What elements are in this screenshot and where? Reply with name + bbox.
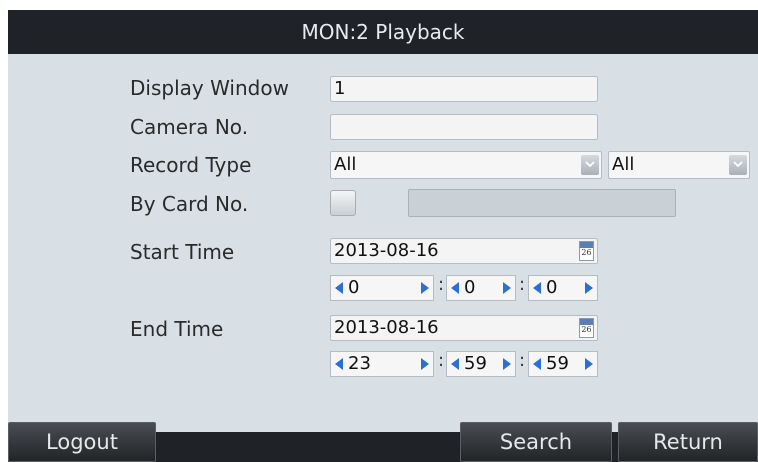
display-window-label: Display Window — [130, 76, 289, 100]
time-separator: : — [438, 350, 445, 371]
dialog-title: MON:2 Playback — [8, 10, 758, 54]
start-time-label: Start Time — [130, 240, 235, 264]
start-hour-value: 0 — [348, 277, 360, 298]
end-minute-value: 59 — [464, 353, 487, 374]
arrow-left-icon[interactable] — [450, 281, 460, 295]
start-second-value: 0 — [546, 277, 558, 298]
playback-form: Display Window 1 Camera No. Record Type … — [8, 54, 758, 432]
end-second-spinner[interactable]: 59 — [528, 351, 598, 377]
arrow-right-icon[interactable] — [420, 357, 430, 371]
card-no-field[interactable] — [408, 189, 676, 217]
logout-button[interactable]: Logout — [8, 422, 156, 462]
chevron-down-icon[interactable] — [729, 155, 747, 175]
by-card-no-label: By Card No. — [130, 192, 249, 216]
by-card-no-checkbox[interactable] — [330, 190, 356, 216]
calendar-day: 26 — [581, 248, 592, 257]
camera-no-field[interactable] — [330, 114, 598, 140]
record-type-label: Record Type — [130, 153, 252, 177]
end-date-value: 2013-08-16 — [334, 317, 439, 338]
start-minute-spinner[interactable]: 0 — [446, 275, 516, 301]
record-type-select[interactable]: All — [330, 151, 602, 179]
arrow-right-icon[interactable] — [584, 281, 594, 295]
arrow-left-icon[interactable] — [532, 281, 542, 295]
time-separator: : — [519, 274, 526, 295]
start-date-value: 2013-08-16 — [334, 240, 439, 261]
end-hour-value: 23 — [348, 353, 371, 374]
arrow-right-icon[interactable] — [584, 357, 594, 371]
end-hour-spinner[interactable]: 23 — [330, 351, 434, 377]
time-separator: : — [519, 350, 526, 371]
record-subtype-value: All — [612, 154, 635, 175]
end-time-label: End Time — [130, 317, 224, 341]
start-minute-value: 0 — [464, 277, 476, 298]
playback-dialog: MON:2 Playback Display Window 1 Camera N… — [8, 10, 758, 462]
search-button[interactable]: Search — [460, 422, 612, 462]
arrow-left-icon[interactable] — [450, 357, 460, 371]
calendar-day: 26 — [581, 325, 592, 334]
start-hour-spinner[interactable]: 0 — [330, 275, 434, 301]
start-second-spinner[interactable]: 0 — [528, 275, 598, 301]
arrow-left-icon[interactable] — [334, 357, 344, 371]
start-date-field[interactable]: 2013-08-16 26 — [330, 238, 598, 264]
end-minute-spinner[interactable]: 59 — [446, 351, 516, 377]
arrow-right-icon[interactable] — [420, 281, 430, 295]
record-subtype-select[interactable]: All — [608, 151, 750, 179]
arrow-right-icon[interactable] — [502, 281, 512, 295]
return-button[interactable]: Return — [618, 422, 758, 462]
camera-no-label: Camera No. — [130, 115, 249, 139]
display-window-field[interactable]: 1 — [330, 76, 598, 102]
record-type-value: All — [334, 154, 357, 175]
calendar-icon[interactable]: 26 — [579, 318, 594, 338]
arrow-left-icon[interactable] — [532, 357, 542, 371]
end-date-field[interactable]: 2013-08-16 26 — [330, 315, 598, 341]
end-second-value: 59 — [546, 353, 569, 374]
arrow-left-icon[interactable] — [334, 281, 344, 295]
calendar-icon[interactable]: 26 — [579, 241, 594, 261]
time-separator: : — [438, 274, 445, 295]
arrow-right-icon[interactable] — [502, 357, 512, 371]
chevron-down-icon[interactable] — [581, 155, 599, 175]
